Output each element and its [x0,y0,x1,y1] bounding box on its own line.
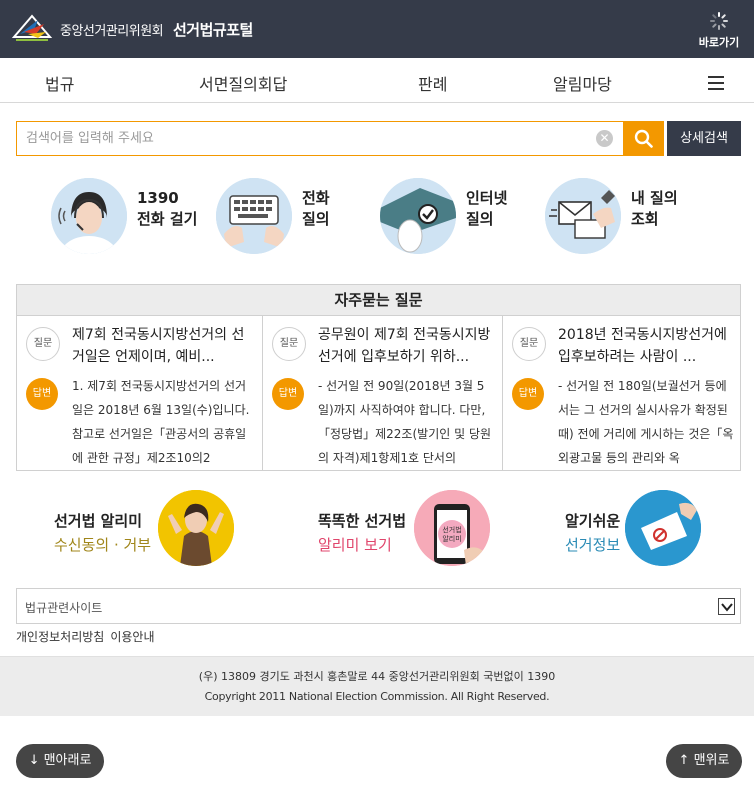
shortcut-label: 바로가기 [698,36,740,49]
footer-address: (우) 13809 경기도 과천시 홍촌말로 44 중앙선거관리위원회 국번없이… [198,670,556,683]
related-sites-select[interactable]: 법규관련사이트 [16,588,741,624]
usage-guide-link[interactable]: 이용안내 [110,630,154,644]
promo-subtitle[interactable]: 선거정보 [565,534,620,555]
svg-text:알리미: 알리미 [442,534,461,543]
faq-panel: 자주묻는 질문 질문 제7회 전국동시지방선거의 선거일은 언제이며, 예비..… [16,284,741,471]
promo-subtitle[interactable]: 수신동의 · 거부 [54,534,151,555]
quick-internet-label: 인터넷 질의 [466,188,507,230]
promo-title: 알기쉬운 [565,512,621,530]
nav-item-notices[interactable]: 알림마당 [553,71,612,95]
mouse-check-icon [380,178,456,254]
promo-easy-election-info[interactable]: 알기쉬운 선거정보 [565,490,705,566]
quick-my-inquiry[interactable]: 내 질의 조회 [545,178,695,258]
promo-title: 똑똑한 선거법 [318,512,407,530]
faq-item[interactable]: 질문 제7회 전국동시지방선거의 선거일은 언제이며, 예비... 답변 1. … [17,316,263,470]
faq-question[interactable]: 2018년 전국동시지방선거에 입후보하려는 사람이 ... [558,324,734,368]
call-center-agent-icon [51,178,127,254]
quick-internet-line1: 인터넷 [466,189,508,207]
svg-text:선거법: 선거법 [442,525,461,534]
quick-phone-line2: 질의 [302,210,330,228]
faq-answer: 1. 제7회 전국동시지방선거의 선거일은 2018년 6월 13일(수)입니다… [72,379,250,465]
mail-search-icon [545,178,621,254]
quick-call-1390[interactable]: 1390 전화 걸기 [51,178,211,258]
hamburger-menu-icon[interactable] [708,76,724,90]
search-button[interactable] [623,121,664,156]
privacy-policy-link[interactable]: 개인정보처리방침 [16,630,104,644]
faq-question[interactable]: 공무원이 제7회 전국동시지방선거에 입후보하기 위하... [318,324,496,368]
footer-copyright: Copyright 2011 National Election Commiss… [204,690,550,703]
faq-answer: - 선거일 전 180일(보궐선거 등에서는 그 선거의 실시사유가 확정된 때… [558,379,734,465]
faq-item[interactable]: 질문 2018년 전국동시지방선거에 입후보하려는 사람이 ... 답변 - 선… [503,316,740,470]
question-badge: 질문 [272,327,306,361]
quick-internet-line2: 질의 [466,210,494,228]
quick-my-label: 내 질의 조회 [631,188,678,230]
quick-internet-inquiry[interactable]: 인터넷 질의 [380,178,530,258]
quick-phone-label: 전화 질의 [302,188,330,230]
promo-title: 선거법 알리미 [54,512,143,530]
scroll-to-bottom-button[interactable]: ↓ 맨아래로 [16,744,104,778]
faq-answer: - 선거일 전 90일(2018년 3월 5일)까지 사직하여야 합니다. 다만… [318,379,492,465]
loading-spinner-icon [710,12,728,30]
quick-phone-inquiry[interactable]: 전화 질의 [216,178,356,258]
shortcut-button[interactable]: 바로가기 [694,12,744,52]
nav-item-laws[interactable]: 법규 [45,71,74,95]
smartphone-icon: 선거법 알리미 [414,490,490,566]
org-name[interactable]: 중앙선거관리위원회 [60,20,164,39]
promo-election-alert[interactable]: 선거법 알리미 수신동의 · 거부 [54,490,236,566]
main-nav: 법규 서면질의회답 판례 알림마당 [0,58,754,103]
search-input[interactable] [17,122,587,155]
quick-my-line1: 내 질의 [631,189,678,207]
nav-item-precedents[interactable]: 판례 [418,71,447,95]
question-badge: 질문 [512,327,546,361]
promo-smart-election-law[interactable]: 똑똑한 선거법 알리미 보기 선거법 알리미 [318,490,490,566]
scroll-to-top-button[interactable]: ↑ 맨위로 [666,744,742,778]
question-badge: 질문 [26,327,60,361]
answer-badge: 답변 [512,378,544,410]
search-icon [634,129,653,148]
quick-my-line2: 조회 [631,210,659,228]
site-header: 중앙선거관리위원회 선거법규포털 바로가기 [0,0,754,58]
quick-call-line1: 1390 [137,189,179,207]
related-sites-label: 법규관련사이트 [25,601,103,615]
nec-logo-icon[interactable] [10,10,54,46]
faq-question[interactable]: 제7회 전국동시지방선거의 선거일은 언제이며, 예비... [72,324,256,368]
ballot-vote-icon [625,490,701,566]
woman-stop-gesture-icon [158,490,234,566]
faq-item[interactable]: 질문 공무원이 제7회 전국동시지방선거에 입후보하기 위하... 답변 - 선… [263,316,503,470]
faq-title: 자주묻는 질문 [17,285,740,316]
quick-call-label: 1390 전화 걸기 [137,188,197,230]
quick-call-line2: 전화 걸기 [137,210,198,228]
portal-name[interactable]: 선거법규포털 [173,19,253,40]
quick-phone-line1: 전화 [302,189,330,207]
policy-links: 개인정보처리방침 이용안내 [16,628,161,645]
nav-item-written-inquiry[interactable]: 서면질의회답 [199,71,287,95]
keyboard-typing-icon [216,178,292,254]
promo-subtitle[interactable]: 알리미 보기 [318,534,392,555]
search-box: ✕ [16,121,624,156]
answer-badge: 답변 [26,378,58,410]
advanced-search-button[interactable]: 상세검색 [667,121,741,156]
site-footer: (우) 13809 경기도 과천시 홍촌말로 44 중앙선거관리위원회 국번없이… [0,656,754,716]
chevron-down-icon[interactable] [718,598,735,615]
answer-badge: 답변 [272,378,304,410]
clear-icon[interactable]: ✕ [596,130,613,147]
